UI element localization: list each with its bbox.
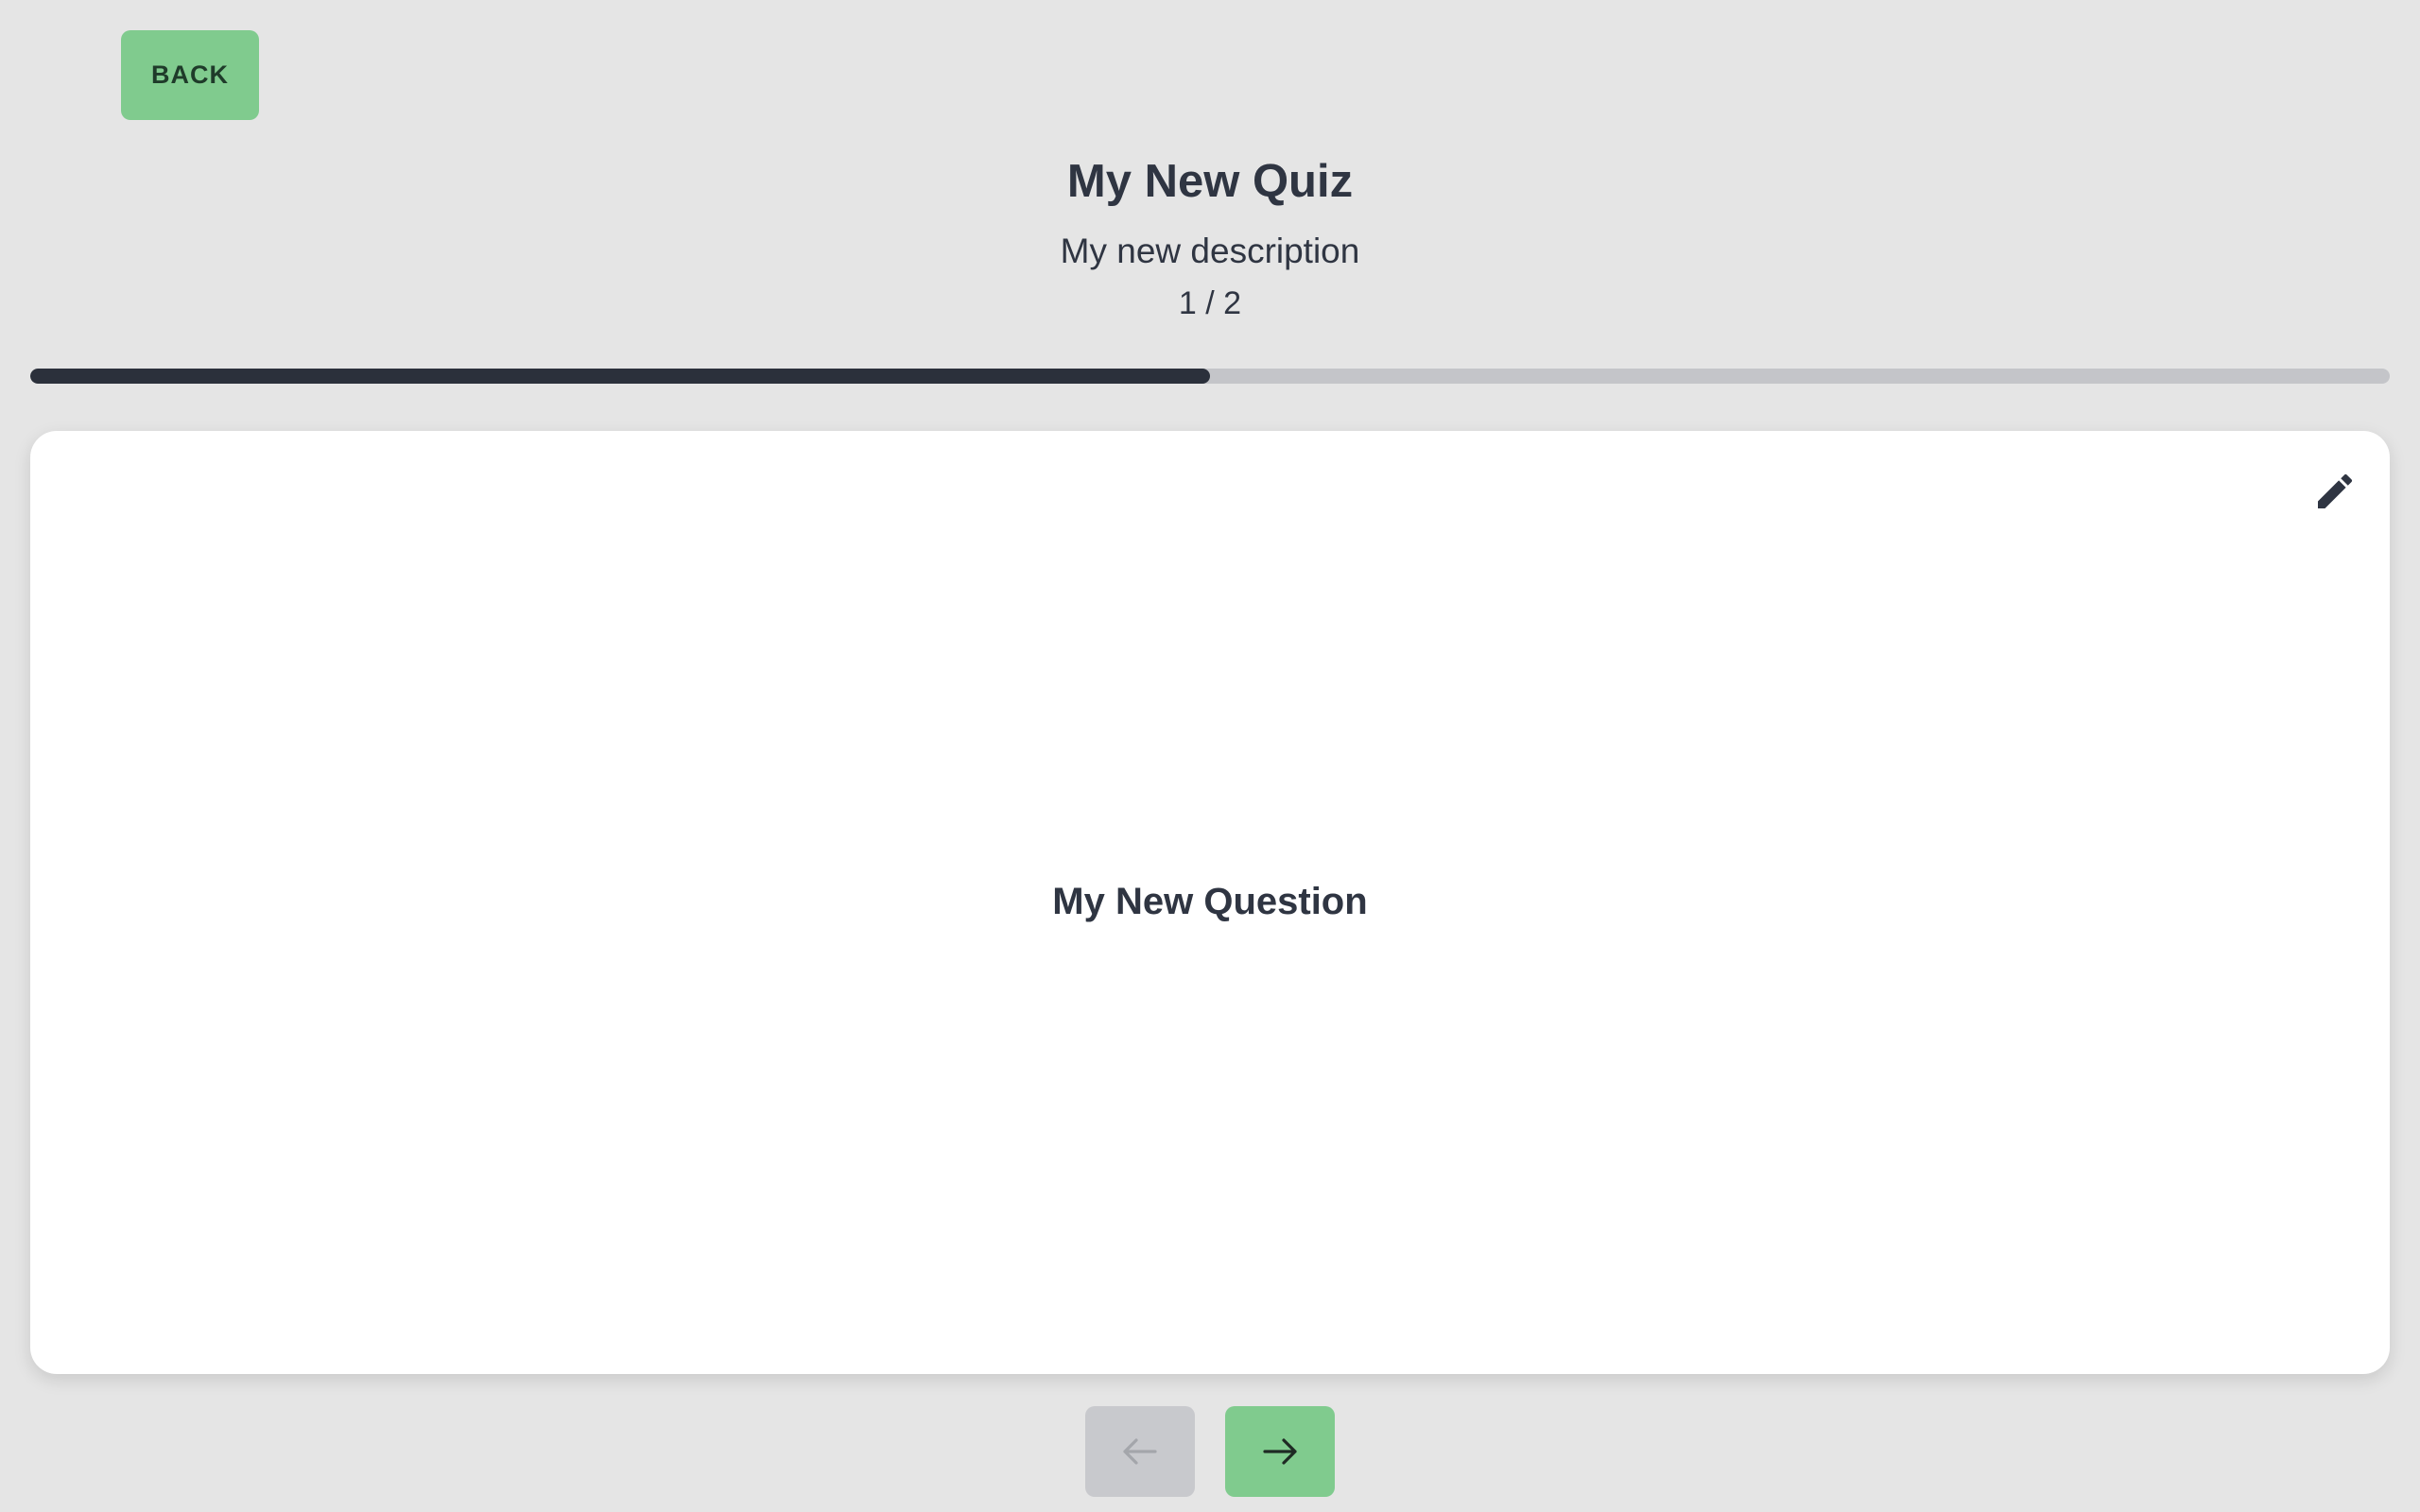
question-text: My New Question <box>1052 881 1368 922</box>
arrow-left-icon <box>1123 1438 1157 1465</box>
next-button[interactable] <box>1225 1406 1335 1497</box>
question-counter: 1 / 2 <box>1178 285 1242 321</box>
edit-button[interactable] <box>2308 465 2361 518</box>
quiz-description: My new description <box>1060 232 1360 270</box>
page-title: My New Quiz <box>1066 156 1354 207</box>
previous-button[interactable] <box>1085 1406 1195 1497</box>
back-button[interactable]: BACK <box>121 30 259 120</box>
progress-bar <box>30 369 2390 384</box>
arrow-right-icon <box>1263 1438 1297 1465</box>
progress-bar-fill <box>30 369 1210 384</box>
pencil-icon <box>2318 473 2353 508</box>
question-card[interactable]: My New Question <box>30 431 2390 1374</box>
quiz-header: My New Quiz My new description 1 / 2 <box>0 142 2420 325</box>
